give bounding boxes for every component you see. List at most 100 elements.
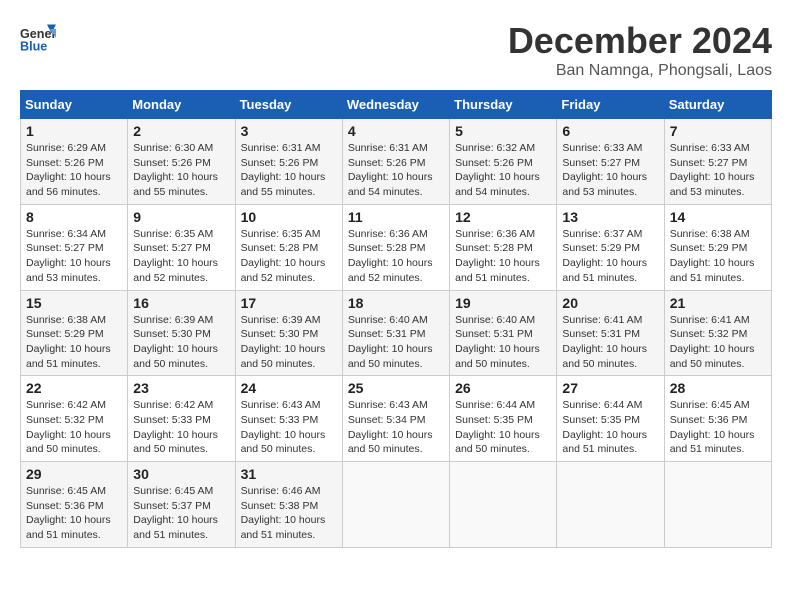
day-number: 14	[670, 209, 766, 225]
calendar-cell: 4 Sunrise: 6:31 AM Sunset: 5:26 PM Dayli…	[342, 119, 449, 205]
calendar-cell: 20 Sunrise: 6:41 AM Sunset: 5:31 PM Dayl…	[557, 290, 664, 376]
day-info: Sunrise: 6:42 AM Sunset: 5:32 PM Dayligh…	[26, 398, 122, 457]
day-info: Sunrise: 6:46 AM Sunset: 5:38 PM Dayligh…	[241, 484, 337, 543]
day-number: 20	[562, 295, 658, 311]
calendar-cell	[664, 462, 771, 548]
calendar-cell: 30 Sunrise: 6:45 AM Sunset: 5:37 PM Dayl…	[128, 462, 235, 548]
day-info: Sunrise: 6:31 AM Sunset: 5:26 PM Dayligh…	[348, 141, 444, 200]
day-number: 12	[455, 209, 551, 225]
calendar-cell: 22 Sunrise: 6:42 AM Sunset: 5:32 PM Dayl…	[21, 376, 128, 462]
calendar-cell: 5 Sunrise: 6:32 AM Sunset: 5:26 PM Dayli…	[450, 119, 557, 205]
calendar-cell: 17 Sunrise: 6:39 AM Sunset: 5:30 PM Dayl…	[235, 290, 342, 376]
title-block: December 2024 Ban Namnga, Phongsali, Lao…	[508, 20, 772, 80]
calendar-cell: 12 Sunrise: 6:36 AM Sunset: 5:28 PM Dayl…	[450, 204, 557, 290]
day-info: Sunrise: 6:34 AM Sunset: 5:27 PM Dayligh…	[26, 227, 122, 286]
day-number: 8	[26, 209, 122, 225]
month-title: December 2024	[508, 20, 772, 62]
calendar-cell: 11 Sunrise: 6:36 AM Sunset: 5:28 PM Dayl…	[342, 204, 449, 290]
calendar-cell: 9 Sunrise: 6:35 AM Sunset: 5:27 PM Dayli…	[128, 204, 235, 290]
day-info: Sunrise: 6:35 AM Sunset: 5:28 PM Dayligh…	[241, 227, 337, 286]
calendar-cell: 26 Sunrise: 6:44 AM Sunset: 5:35 PM Dayl…	[450, 376, 557, 462]
day-info: Sunrise: 6:39 AM Sunset: 5:30 PM Dayligh…	[133, 313, 229, 372]
day-info: Sunrise: 6:33 AM Sunset: 5:27 PM Dayligh…	[670, 141, 766, 200]
calendar-week-row: 22 Sunrise: 6:42 AM Sunset: 5:32 PM Dayl…	[21, 376, 772, 462]
weekday-header-sunday: Sunday	[21, 91, 128, 119]
day-info: Sunrise: 6:41 AM Sunset: 5:31 PM Dayligh…	[562, 313, 658, 372]
weekday-header-saturday: Saturday	[664, 91, 771, 119]
day-info: Sunrise: 6:45 AM Sunset: 5:36 PM Dayligh…	[670, 398, 766, 457]
day-number: 16	[133, 295, 229, 311]
day-number: 28	[670, 380, 766, 396]
calendar-cell: 3 Sunrise: 6:31 AM Sunset: 5:26 PM Dayli…	[235, 119, 342, 205]
day-number: 11	[348, 209, 444, 225]
day-info: Sunrise: 6:44 AM Sunset: 5:35 PM Dayligh…	[455, 398, 551, 457]
calendar-cell: 27 Sunrise: 6:44 AM Sunset: 5:35 PM Dayl…	[557, 376, 664, 462]
day-number: 4	[348, 123, 444, 139]
location-subtitle: Ban Namnga, Phongsali, Laos	[508, 62, 772, 80]
calendar-cell: 19 Sunrise: 6:40 AM Sunset: 5:31 PM Dayl…	[450, 290, 557, 376]
day-info: Sunrise: 6:31 AM Sunset: 5:26 PM Dayligh…	[241, 141, 337, 200]
calendar-cell: 23 Sunrise: 6:42 AM Sunset: 5:33 PM Dayl…	[128, 376, 235, 462]
day-info: Sunrise: 6:39 AM Sunset: 5:30 PM Dayligh…	[241, 313, 337, 372]
day-number: 10	[241, 209, 337, 225]
day-number: 9	[133, 209, 229, 225]
day-info: Sunrise: 6:36 AM Sunset: 5:28 PM Dayligh…	[348, 227, 444, 286]
day-number: 29	[26, 466, 122, 482]
day-info: Sunrise: 6:43 AM Sunset: 5:34 PM Dayligh…	[348, 398, 444, 457]
calendar-week-row: 1 Sunrise: 6:29 AM Sunset: 5:26 PM Dayli…	[21, 119, 772, 205]
calendar-cell: 31 Sunrise: 6:46 AM Sunset: 5:38 PM Dayl…	[235, 462, 342, 548]
day-number: 18	[348, 295, 444, 311]
day-number: 23	[133, 380, 229, 396]
day-number: 21	[670, 295, 766, 311]
calendar-cell: 7 Sunrise: 6:33 AM Sunset: 5:27 PM Dayli…	[664, 119, 771, 205]
calendar-cell: 21 Sunrise: 6:41 AM Sunset: 5:32 PM Dayl…	[664, 290, 771, 376]
day-number: 6	[562, 123, 658, 139]
day-number: 27	[562, 380, 658, 396]
day-info: Sunrise: 6:44 AM Sunset: 5:35 PM Dayligh…	[562, 398, 658, 457]
day-info: Sunrise: 6:40 AM Sunset: 5:31 PM Dayligh…	[348, 313, 444, 372]
day-info: Sunrise: 6:36 AM Sunset: 5:28 PM Dayligh…	[455, 227, 551, 286]
calendar-cell: 29 Sunrise: 6:45 AM Sunset: 5:36 PM Dayl…	[21, 462, 128, 548]
weekday-header-wednesday: Wednesday	[342, 91, 449, 119]
calendar-cell	[557, 462, 664, 548]
day-number: 19	[455, 295, 551, 311]
logo: General Blue	[20, 20, 56, 56]
calendar-cell: 8 Sunrise: 6:34 AM Sunset: 5:27 PM Dayli…	[21, 204, 128, 290]
calendar-table: SundayMondayTuesdayWednesdayThursdayFrid…	[20, 90, 772, 548]
day-number: 13	[562, 209, 658, 225]
day-info: Sunrise: 6:38 AM Sunset: 5:29 PM Dayligh…	[26, 313, 122, 372]
weekday-header-thursday: Thursday	[450, 91, 557, 119]
day-number: 17	[241, 295, 337, 311]
day-number: 26	[455, 380, 551, 396]
calendar-cell: 28 Sunrise: 6:45 AM Sunset: 5:36 PM Dayl…	[664, 376, 771, 462]
day-number: 30	[133, 466, 229, 482]
day-number: 3	[241, 123, 337, 139]
day-info: Sunrise: 6:35 AM Sunset: 5:27 PM Dayligh…	[133, 227, 229, 286]
calendar-cell: 1 Sunrise: 6:29 AM Sunset: 5:26 PM Dayli…	[21, 119, 128, 205]
day-number: 25	[348, 380, 444, 396]
day-info: Sunrise: 6:37 AM Sunset: 5:29 PM Dayligh…	[562, 227, 658, 286]
calendar-cell	[450, 462, 557, 548]
calendar-cell	[342, 462, 449, 548]
svg-text:Blue: Blue	[20, 40, 47, 54]
weekday-header-monday: Monday	[128, 91, 235, 119]
calendar-cell: 2 Sunrise: 6:30 AM Sunset: 5:26 PM Dayli…	[128, 119, 235, 205]
logo-icon: General Blue	[20, 20, 56, 56]
calendar-week-row: 8 Sunrise: 6:34 AM Sunset: 5:27 PM Dayli…	[21, 204, 772, 290]
calendar-cell: 25 Sunrise: 6:43 AM Sunset: 5:34 PM Dayl…	[342, 376, 449, 462]
calendar-cell: 14 Sunrise: 6:38 AM Sunset: 5:29 PM Dayl…	[664, 204, 771, 290]
day-info: Sunrise: 6:42 AM Sunset: 5:33 PM Dayligh…	[133, 398, 229, 457]
day-number: 15	[26, 295, 122, 311]
calendar-week-row: 15 Sunrise: 6:38 AM Sunset: 5:29 PM Dayl…	[21, 290, 772, 376]
day-number: 24	[241, 380, 337, 396]
day-info: Sunrise: 6:45 AM Sunset: 5:37 PM Dayligh…	[133, 484, 229, 543]
day-info: Sunrise: 6:30 AM Sunset: 5:26 PM Dayligh…	[133, 141, 229, 200]
day-number: 1	[26, 123, 122, 139]
day-info: Sunrise: 6:41 AM Sunset: 5:32 PM Dayligh…	[670, 313, 766, 372]
calendar-week-row: 29 Sunrise: 6:45 AM Sunset: 5:36 PM Dayl…	[21, 462, 772, 548]
day-info: Sunrise: 6:43 AM Sunset: 5:33 PM Dayligh…	[241, 398, 337, 457]
calendar-cell: 18 Sunrise: 6:40 AM Sunset: 5:31 PM Dayl…	[342, 290, 449, 376]
calendar-header-row: SundayMondayTuesdayWednesdayThursdayFrid…	[21, 91, 772, 119]
day-info: Sunrise: 6:32 AM Sunset: 5:26 PM Dayligh…	[455, 141, 551, 200]
weekday-header-friday: Friday	[557, 91, 664, 119]
